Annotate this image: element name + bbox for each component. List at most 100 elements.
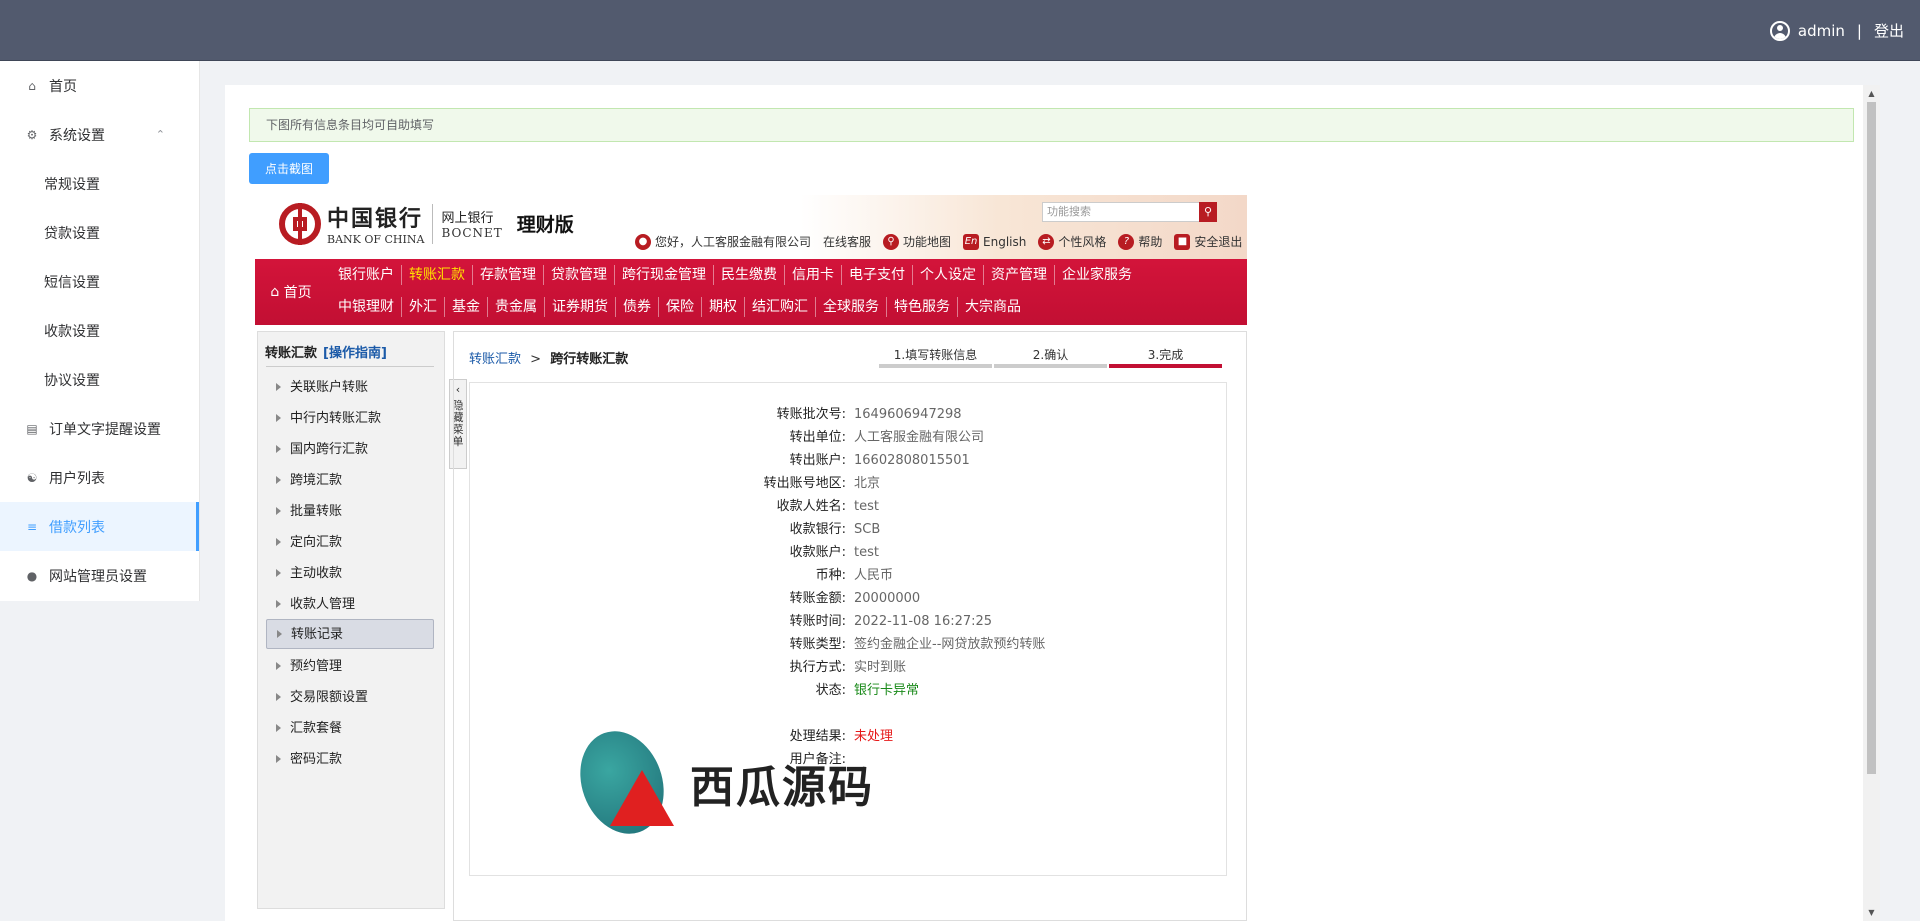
sidebar-item-admin-settings[interactable]: ● 网站管理员设置: [0, 551, 199, 600]
nav-item[interactable]: 全球服务: [815, 297, 886, 317]
nav-item[interactable]: 保险: [658, 297, 701, 317]
gear-icon: ⚙: [26, 127, 38, 142]
field-row: [470, 704, 1228, 724]
nav-item[interactable]: 个人设定: [912, 265, 983, 285]
sidebar-item-user-list[interactable]: ☯ 用户列表: [0, 453, 199, 502]
nav-item[interactable]: 民生缴费: [713, 265, 784, 285]
nav-item[interactable]: 外汇: [401, 297, 444, 317]
function-search-input[interactable]: 功能搜索: [1042, 202, 1202, 222]
boc-nav-home[interactable]: ⌂ 首页: [255, 259, 327, 325]
boc-nav-row-1: 银行账户 转账汇款 存款管理 贷款管理 跨行现金管理 民生缴费 信用卡 电子支付…: [331, 265, 1139, 285]
logout-link[interactable]: 登出: [1874, 20, 1904, 41]
field-row: 转账类型: 签约金融企业--网贷放款预约转账: [789, 637, 1046, 652]
menu-item[interactable]: 收款人管理: [266, 590, 434, 620]
boc-name-cn: 中国银行: [327, 206, 424, 232]
online-service-link[interactable]: 在线客服: [823, 233, 871, 250]
field-row: 转出账户: 16602808015501: [789, 453, 970, 468]
nav-item[interactable]: 贷款管理: [543, 265, 614, 285]
menu-item[interactable]: 国内跨行汇款: [266, 435, 434, 465]
nav-item[interactable]: 债券: [615, 297, 658, 317]
nav-item[interactable]: 资产管理: [983, 265, 1054, 285]
sidebar-item-system-settings[interactable]: ⚙ 系统设置 ⌃: [0, 110, 199, 159]
menu-item-selected[interactable]: 转账记录: [266, 619, 434, 649]
menu-item[interactable]: 主动收款: [266, 559, 434, 589]
username[interactable]: admin: [1798, 22, 1845, 40]
breadcrumb: 转账汇款 > 跨行转账汇款: [469, 348, 628, 367]
nav-item-current[interactable]: 转账汇款: [401, 265, 472, 285]
breadcrumb-link[interactable]: 转账汇款: [469, 352, 521, 367]
book-icon: ▤: [26, 421, 38, 436]
field-row: 转出单位: 人工客服金融有限公司: [789, 430, 985, 445]
help-icon: ?: [1118, 233, 1135, 250]
menu-item[interactable]: 密码汇款: [266, 745, 434, 775]
menu-item[interactable]: 交易限额设置: [266, 683, 434, 713]
sidebar-item-label: 借款列表: [49, 519, 105, 536]
scroll-up-icon[interactable]: ▲: [1863, 85, 1880, 102]
menu-item[interactable]: 定向汇款: [266, 528, 434, 558]
nav-item[interactable]: 期权: [701, 297, 744, 317]
guide-link[interactable]: [操作指南]: [323, 346, 387, 361]
avatar-icon[interactable]: [1769, 20, 1790, 41]
nav-item[interactable]: 特色服务: [886, 297, 957, 317]
nav-item[interactable]: 银行账户: [331, 265, 401, 285]
watermark: 西瓜源码: [566, 719, 874, 846]
field-row: 转出账号地区: 北京: [763, 476, 881, 491]
secure-exit-link[interactable]: ■ 安全退出: [1174, 233, 1242, 250]
nav-item[interactable]: 贵金属: [487, 297, 544, 317]
sidebar-item-label: 常规设置: [44, 176, 100, 193]
sidebar-item-general-settings[interactable]: 常规设置: [0, 159, 199, 208]
swap-icon: ⇄: [1038, 233, 1055, 250]
nav-item[interactable]: 存款管理: [472, 265, 543, 285]
breadcrumb-current: 跨行转账汇款: [550, 352, 629, 367]
sidebar-item-order-reminder[interactable]: ▤ 订单文字提醒设置: [0, 404, 199, 453]
menu-item[interactable]: 预约管理: [266, 652, 434, 682]
sidebar-item-label: 订单文字提醒设置: [49, 421, 161, 438]
content-panel: 下图所有信息条目均可自助填写 点击截图 中国银行 BANK OF CHINA 网…: [225, 85, 1880, 921]
nav-item[interactable]: 大宗商品: [957, 297, 1028, 317]
field-row: 转账批次号: 1649606947298: [776, 407, 962, 422]
nav-item[interactable]: 电子支付: [841, 265, 912, 285]
step-fill-info: 1.填写转账信息: [879, 348, 992, 368]
function-map-link[interactable]: ⚲ 功能地图: [883, 233, 951, 250]
scrollbar[interactable]: ▲ ▼: [1863, 85, 1880, 921]
boc-name-en: BANK OF CHINA: [327, 233, 425, 246]
sidebar-item-label: 用户列表: [49, 470, 105, 487]
nav-item[interactable]: 结汇购汇: [744, 297, 815, 317]
nav-item[interactable]: 证券期货: [544, 297, 615, 317]
field-row: 收款账户: test: [789, 545, 879, 560]
sidebar-item-label: 协议设置: [44, 372, 100, 389]
menu-item[interactable]: 中行内转账汇款: [266, 404, 434, 434]
status-row: 状态: 银行卡异常: [470, 681, 1228, 701]
scrollbar-thumb[interactable]: [1867, 102, 1876, 774]
menu-item[interactable]: 汇款套餐: [266, 714, 434, 744]
sidebar-item-loan-settings[interactable]: 贷款设置: [0, 208, 199, 257]
english-link[interactable]: En English: [963, 233, 1026, 250]
step-confirm: 2.确认: [994, 348, 1107, 368]
style-link[interactable]: ⇄ 个性风格: [1038, 233, 1106, 250]
sidebar-item-sms-settings[interactable]: 短信设置: [0, 257, 199, 306]
nav-item[interactable]: 跨行现金管理: [614, 265, 713, 285]
scroll-down-icon[interactable]: ▼: [1863, 904, 1880, 921]
search-icon[interactable]: ⚲: [1199, 202, 1217, 222]
help-link[interactable]: ? 帮助: [1118, 233, 1162, 250]
sidebar-item-loan-list[interactable]: ≡ 借款列表: [0, 502, 199, 551]
sidebar: ⌂ 首页 ⚙ 系统设置 ⌃ 常规设置 贷款设置 短信设置 收款设置 协议设置 ▤…: [0, 61, 200, 601]
screenshot-button[interactable]: 点击截图: [249, 153, 329, 184]
sidebar-item-payment-settings[interactable]: 收款设置: [0, 306, 199, 355]
header-separator: |: [1856, 21, 1862, 40]
home-icon: ⌂: [28, 78, 36, 93]
sidebar-item-agreement-settings[interactable]: 协议设置: [0, 355, 199, 404]
user-icon: ●: [26, 568, 38, 583]
menu-item[interactable]: 跨境汇款: [266, 466, 434, 496]
boc-logo: 中国银行 BANK OF CHINA 网上银行 BOCNET 理财版: [279, 201, 574, 246]
nav-item[interactable]: 中银理财: [331, 297, 401, 317]
menu-item[interactable]: 批量转账: [266, 497, 434, 527]
field-row: 执行方式: 实时到账: [789, 660, 907, 675]
nav-item[interactable]: 信用卡: [784, 265, 841, 285]
nav-item[interactable]: 基金: [444, 297, 487, 317]
edition-label: 理财版: [516, 214, 574, 236]
watermelon-logo: [566, 719, 678, 846]
nav-item[interactable]: 企业家服务: [1054, 265, 1139, 285]
menu-item[interactable]: 关联账户转账: [266, 373, 434, 403]
sidebar-item-home[interactable]: ⌂ 首页: [0, 61, 199, 110]
